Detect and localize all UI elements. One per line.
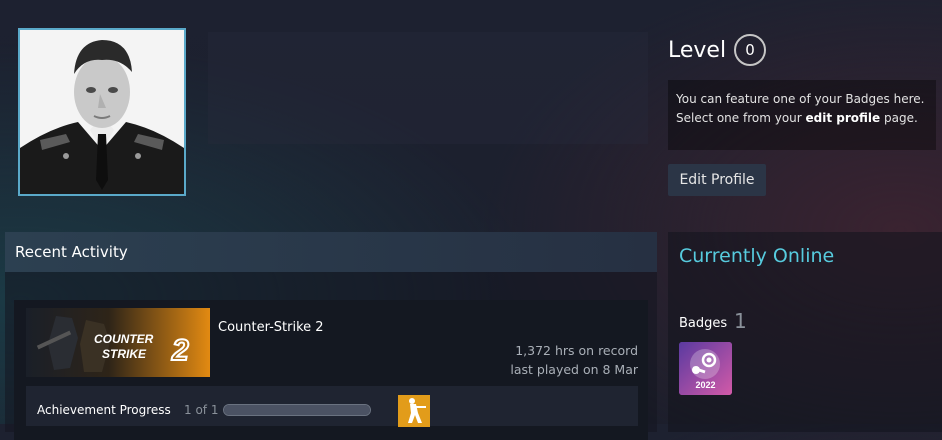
level-display: Level 0: [668, 34, 767, 66]
featured-badge-placeholder: You can feature one of your Badges here.…: [668, 80, 936, 150]
badge-year: 2022: [695, 380, 715, 390]
cs2-logo-art: COUNTER STRIKE 2: [36, 316, 190, 372]
recent-activity-title: Recent Activity: [5, 232, 657, 272]
game-playtime: 1,372 hrs on record last played on 8 Mar: [510, 341, 638, 379]
feature-text-prefix: Select one from your: [676, 111, 806, 125]
capsule-number: 2: [171, 334, 189, 367]
game-activity-card: COUNTER STRIKE 2 Counter-Strike 2 1,372 …: [14, 300, 648, 440]
profile-summary-area: [208, 32, 648, 144]
achievement-progress-label: Achievement Progress: [37, 403, 171, 417]
avatar-photo: [20, 30, 184, 194]
badges-link[interactable]: Badges: [679, 316, 727, 331]
feature-text-line2: Select one from your edit profile page.: [676, 109, 928, 128]
game-capsule-image[interactable]: COUNTER STRIKE 2: [26, 308, 210, 377]
capsule-word-1: COUNTER: [94, 332, 154, 346]
achievement-progress-bar: [223, 404, 371, 416]
profile-sidebar: Currently Online Badges 1 2022: [668, 232, 942, 432]
cs-soldier-icon: [398, 395, 430, 427]
achievement-progress-fill: [224, 405, 370, 415]
badges-count[interactable]: 1: [734, 309, 747, 333]
steam-2022-badge-icon[interactable]: 2022: [679, 342, 732, 395]
game-title-link[interactable]: Counter-Strike 2: [218, 320, 324, 335]
profile-avatar: [18, 28, 186, 196]
achievement-icon[interactable]: [398, 395, 430, 427]
level-label: Level: [668, 37, 727, 63]
edit-profile-button[interactable]: Edit Profile: [668, 164, 766, 196]
last-played: last played on 8 Mar: [510, 362, 638, 377]
achievement-count: 1 of 1: [184, 403, 219, 417]
edit-profile-link[interactable]: edit profile: [806, 111, 881, 125]
hours-on-record: 1,372 hrs on record: [515, 343, 638, 358]
feature-text-line1: You can feature one of your Badges here.: [676, 92, 925, 106]
capsule-word-2: STRIKE: [102, 347, 147, 361]
steam-logo-icon: 2022: [679, 342, 732, 395]
online-status: Currently Online: [679, 245, 835, 267]
level-badge: 0: [734, 34, 767, 66]
feature-text-suffix: page.: [880, 111, 918, 125]
recent-activity-section: Recent Activity COUNTER STRIKE 2 Counter…: [5, 232, 657, 440]
achievement-progress-row: Achievement Progress 1 of 1: [26, 386, 638, 427]
